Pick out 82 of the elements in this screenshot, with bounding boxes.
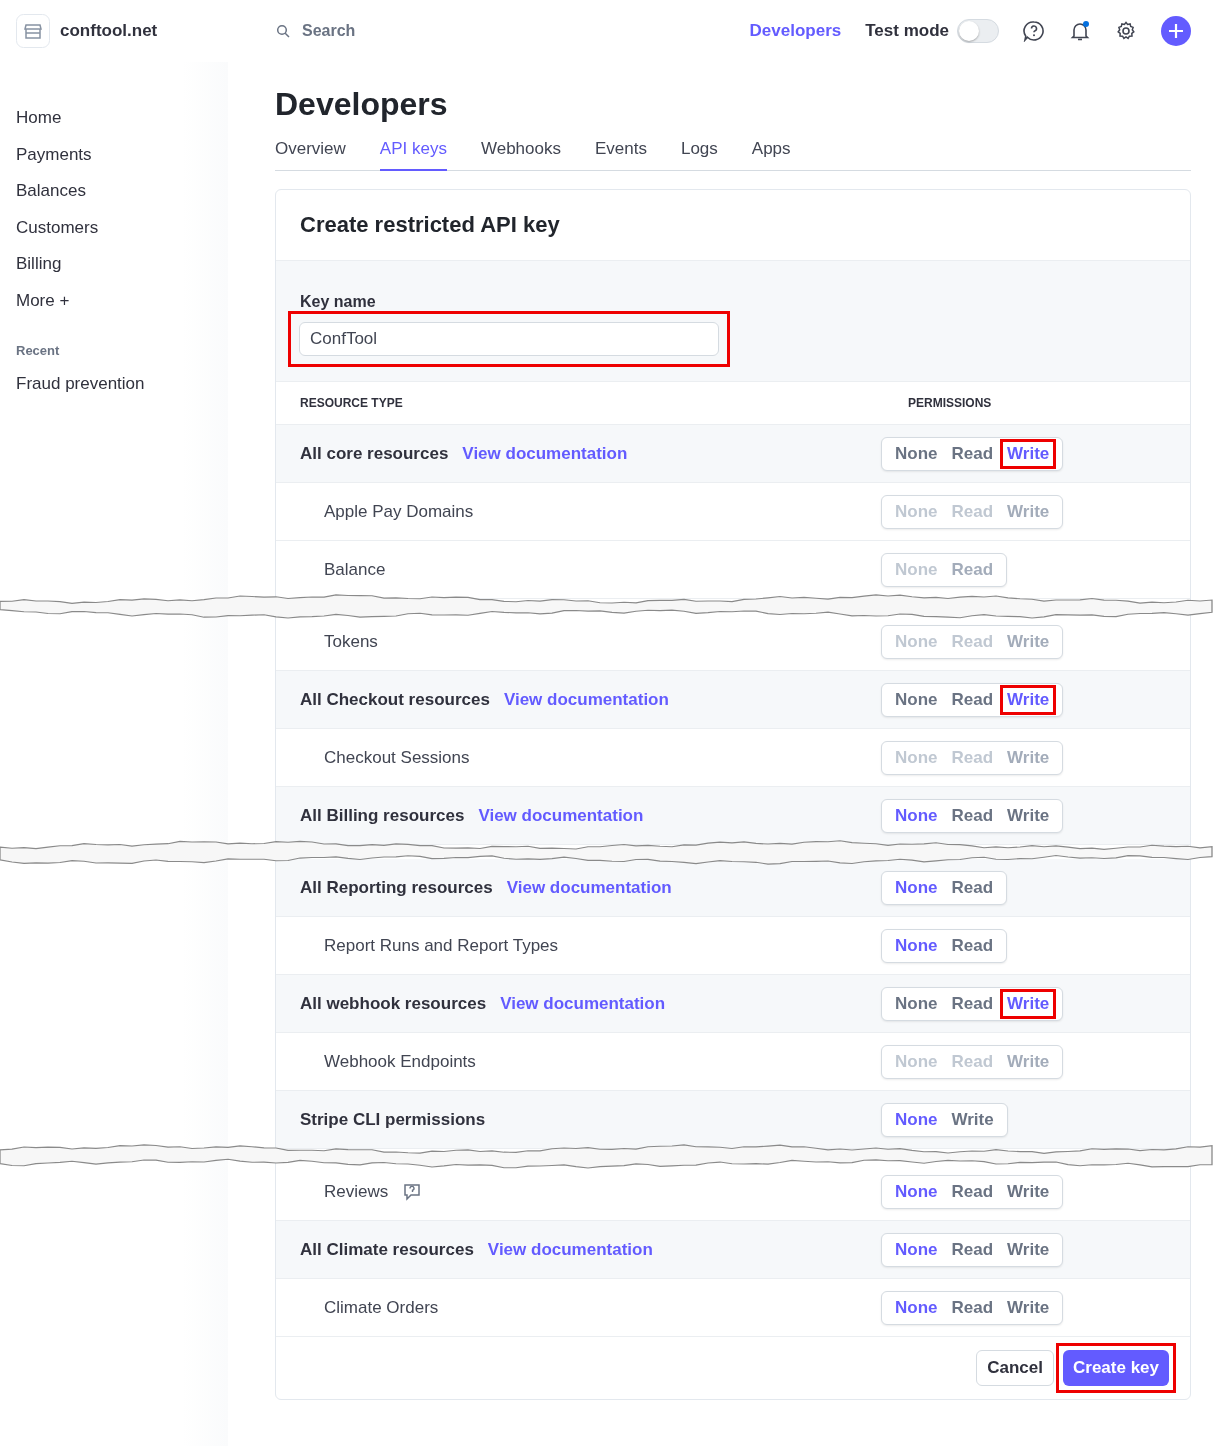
help-icon[interactable] bbox=[1023, 20, 1045, 42]
cancel-button[interactable]: Cancel bbox=[976, 1350, 1054, 1386]
permission-option[interactable]: None bbox=[891, 877, 942, 898]
sidebar-item[interactable]: Billing bbox=[0, 246, 228, 283]
search-field[interactable]: Search bbox=[300, 21, 504, 41]
card-title: Create restricted API key bbox=[299, 211, 561, 239]
permission-option[interactable]: Read bbox=[947, 1181, 998, 1202]
column-header: RESOURCE TYPE bbox=[300, 396, 403, 410]
sidebar-item[interactable]: Customers bbox=[0, 209, 228, 246]
resource-name: Webhook Endpoints bbox=[324, 1051, 476, 1072]
permission-option[interactable]: Read bbox=[947, 877, 998, 898]
permission-option[interactable]: Write bbox=[1003, 1239, 1054, 1260]
documentation-link[interactable]: View documentation bbox=[462, 443, 628, 464]
permission-option[interactable]: Read bbox=[947, 805, 998, 826]
permission-option[interactable]: None bbox=[891, 689, 942, 710]
permission-option[interactable]: Read bbox=[947, 993, 998, 1014]
tab[interactable]: Webhooks bbox=[480, 135, 561, 171]
permission-option[interactable]: None bbox=[891, 805, 942, 826]
field-label: Key name bbox=[299, 293, 377, 311]
resource-name: Reviews bbox=[324, 1181, 389, 1202]
permission-option[interactable]: Read bbox=[947, 935, 998, 956]
plus-circle-icon[interactable] bbox=[1161, 16, 1191, 46]
resource-name: All Climate resources bbox=[300, 1239, 474, 1260]
resource-name: All Billing resources bbox=[300, 805, 465, 826]
resource-name: Tokens bbox=[324, 631, 378, 652]
permission-option[interactable]: None bbox=[891, 993, 942, 1014]
sidebar-item[interactable]: Home bbox=[0, 100, 228, 137]
resource-name: All Checkout resources bbox=[300, 689, 490, 710]
section-heading: Recent bbox=[15, 342, 61, 360]
test-mode-label: Test mode bbox=[865, 21, 949, 41]
documentation-link[interactable]: View documentation bbox=[503, 689, 669, 710]
sidebar-item[interactable]: Payments bbox=[0, 136, 228, 173]
tab[interactable]: Apps bbox=[751, 135, 791, 171]
tab[interactable]: Overview bbox=[275, 135, 346, 171]
tab[interactable]: Logs bbox=[680, 135, 718, 171]
documentation-link[interactable]: View documentation bbox=[500, 993, 666, 1014]
resource-name: All webhook resources bbox=[300, 993, 487, 1014]
permission-option[interactable]: Read bbox=[947, 1297, 998, 1318]
resource-name: All Reporting resources bbox=[300, 877, 493, 898]
permission-option[interactable]: Write bbox=[1003, 993, 1054, 1014]
permission-option[interactable]: Read bbox=[947, 689, 998, 710]
permission-option[interactable]: None bbox=[891, 1109, 942, 1130]
resource-name: All core resources bbox=[300, 443, 449, 464]
bell-icon[interactable] bbox=[1069, 20, 1091, 42]
documentation-link[interactable]: View documentation bbox=[487, 1239, 653, 1260]
sidebar-item[interactable]: Fraud prevention bbox=[0, 366, 228, 403]
sidebar-item[interactable]: More + bbox=[0, 282, 228, 319]
developers-link[interactable]: Developers bbox=[749, 21, 842, 41]
store-logo-icon bbox=[16, 14, 50, 48]
permission-option[interactable]: Read bbox=[947, 443, 998, 464]
permission-option[interactable]: Write bbox=[1003, 805, 1054, 826]
column-header: PERMISSIONS bbox=[908, 396, 993, 410]
resource-name: Report Runs and Report Types bbox=[324, 935, 559, 956]
permission-option[interactable]: Write bbox=[1003, 1297, 1054, 1318]
permission-option[interactable]: Write bbox=[1003, 1181, 1054, 1202]
permission-option[interactable]: None bbox=[891, 1181, 942, 1202]
account-name[interactable]: conftool.net bbox=[60, 21, 158, 41]
test-mode-toggle[interactable] bbox=[957, 19, 999, 43]
settings-icon[interactable] bbox=[1115, 20, 1137, 42]
sidebar-item[interactable]: Balances bbox=[0, 173, 228, 210]
permission-option[interactable]: None bbox=[891, 1239, 942, 1260]
search-icon bbox=[276, 24, 290, 38]
resource-name: Climate Orders bbox=[324, 1297, 439, 1318]
tab[interactable]: API keys bbox=[379, 135, 447, 171]
permission-option[interactable]: None bbox=[891, 1297, 942, 1318]
create-key-button[interactable]: Create key bbox=[1063, 1350, 1169, 1386]
resource-name: Apple Pay Domains bbox=[324, 501, 474, 522]
resource-name: Stripe CLI permissions bbox=[300, 1109, 486, 1130]
documentation-link[interactable]: View documentation bbox=[478, 805, 644, 826]
documentation-link[interactable]: View documentation bbox=[506, 877, 672, 898]
page-title: Developers bbox=[275, 86, 449, 123]
resource-name: Checkout Sessions bbox=[324, 747, 470, 768]
permission-option[interactable]: Read bbox=[947, 1239, 998, 1260]
permission-option[interactable]: None bbox=[891, 935, 942, 956]
permission-option[interactable]: Write bbox=[1003, 689, 1054, 710]
permission-option[interactable]: Write bbox=[1003, 443, 1054, 464]
tab[interactable]: Events bbox=[594, 135, 647, 171]
input-field[interactable]: ConfTool bbox=[299, 322, 719, 356]
resource-name: Balance bbox=[324, 559, 386, 580]
permission-option[interactable]: Write bbox=[947, 1109, 998, 1130]
help-icon[interactable] bbox=[402, 1182, 423, 1201]
permission-option[interactable]: None bbox=[891, 443, 942, 464]
